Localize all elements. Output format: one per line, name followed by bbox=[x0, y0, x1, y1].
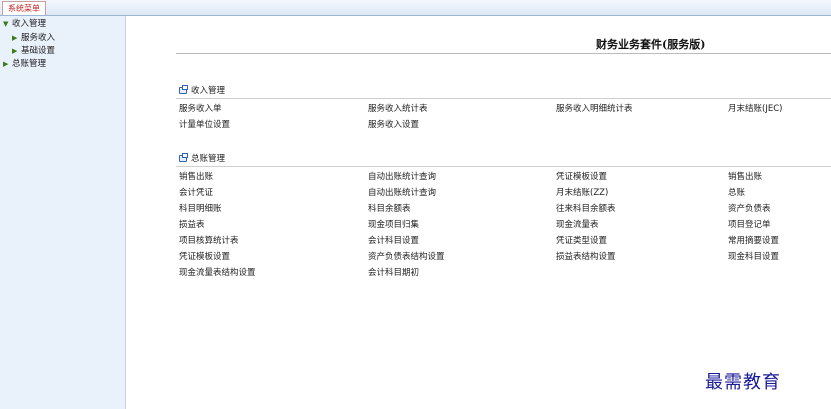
link-income-statement-structure[interactable]: 损益表结构设置 bbox=[556, 252, 616, 263]
link-common-summary-settings[interactable]: 常用摘要设置 bbox=[728, 236, 779, 247]
link-auto-posting-query[interactable]: 自动出账统计查询 bbox=[368, 172, 436, 183]
link-auto-posting-query-2[interactable]: 自动出账统计查询 bbox=[368, 188, 436, 199]
chevron-right-icon: ▶ bbox=[3, 60, 9, 68]
sidebar-item-label: 服务收入 bbox=[21, 33, 56, 43]
main-panel: 财务业务套件(服务版) 收入管理 服务收入单 服务收入统计表 服务收入明细统计表… bbox=[126, 16, 831, 409]
section-divider bbox=[176, 98, 831, 99]
link-general-ledger[interactable]: 总账 bbox=[728, 188, 745, 199]
link-balance-sheet[interactable]: 资产负债表 bbox=[728, 204, 771, 215]
sidebar: ▼ 收入管理 ▶ 服务收入 ▶ 基础设置 ▶ 总账管理 bbox=[0, 16, 126, 409]
link-service-income-stats[interactable]: 服务收入统计表 bbox=[368, 104, 428, 115]
link-service-income-doc[interactable]: 服务收入单 bbox=[179, 104, 222, 115]
link-cash-flow-statement[interactable]: 现金流量表 bbox=[556, 220, 599, 231]
section-divider bbox=[176, 166, 831, 167]
link-voucher-template-settings-2[interactable]: 凭证模板设置 bbox=[179, 252, 230, 263]
section-income-management-header: 收入管理 bbox=[179, 85, 225, 97]
title-divider bbox=[176, 53, 831, 54]
link-cash-flow-structure[interactable]: 现金流量表结构设置 bbox=[179, 268, 256, 279]
link-month-end-close-jec[interactable]: 月末结账(JEC) bbox=[728, 104, 782, 115]
link-account-opening-balance[interactable]: 会计科目期初 bbox=[368, 268, 419, 279]
link-cash-item-collection[interactable]: 现金项目归集 bbox=[368, 220, 419, 231]
sidebar-item-income-management[interactable]: ▼ 收入管理 bbox=[3, 19, 46, 30]
link-cash-account-settings[interactable]: 现金科目设置 bbox=[728, 252, 779, 263]
sidebar-item-basic-settings[interactable]: ▶ 基础设置 bbox=[12, 46, 55, 57]
top-tab-bar: 系统菜单 bbox=[0, 0, 831, 16]
chevron-down-icon: ▼ bbox=[3, 20, 9, 28]
link-balance-sheet-structure[interactable]: 资产负债表结构设置 bbox=[368, 252, 445, 263]
link-service-income-detail-stats[interactable]: 服务收入明细统计表 bbox=[556, 104, 633, 115]
sidebar-item-general-ledger[interactable]: ▶ 总账管理 bbox=[3, 59, 46, 70]
link-sales-posting[interactable]: 销售出账 bbox=[179, 172, 213, 183]
link-project-accounting-stats[interactable]: 项目核算统计表 bbox=[179, 236, 239, 247]
link-account-settings[interactable]: 会计科目设置 bbox=[368, 236, 419, 247]
link-account-detail[interactable]: 科目明细账 bbox=[179, 204, 222, 215]
link-project-register[interactable]: 项目登记单 bbox=[728, 220, 771, 231]
window-icon bbox=[179, 153, 188, 162]
sidebar-item-label: 基础设置 bbox=[21, 46, 56, 56]
link-sales-posting-2[interactable]: 销售出账 bbox=[728, 172, 762, 183]
window-icon bbox=[179, 85, 188, 94]
link-unit-settings[interactable]: 计量单位设置 bbox=[179, 120, 230, 131]
section-title: 收入管理 bbox=[191, 86, 226, 96]
link-accounting-voucher[interactable]: 会计凭证 bbox=[179, 188, 213, 199]
tab-system-menu[interactable]: 系统菜单 bbox=[2, 1, 46, 15]
link-current-account-balance[interactable]: 往来科目余额表 bbox=[556, 204, 616, 215]
watermark-logo: 最需教育 bbox=[705, 372, 781, 393]
sidebar-item-label: 总账管理 bbox=[12, 59, 47, 69]
link-voucher-template-settings[interactable]: 凭证模板设置 bbox=[556, 172, 607, 183]
section-title: 总账管理 bbox=[191, 154, 226, 164]
link-income-statement[interactable]: 损益表 bbox=[179, 220, 205, 231]
link-voucher-type-settings[interactable]: 凭证类型设置 bbox=[556, 236, 607, 247]
chevron-right-icon: ▶ bbox=[12, 47, 18, 55]
page-title: 财务业务套件(服务版) bbox=[596, 38, 706, 51]
link-service-income-settings[interactable]: 服务收入设置 bbox=[368, 120, 419, 131]
link-month-end-close-zz[interactable]: 月末结账(ZZ) bbox=[556, 188, 608, 199]
chevron-right-icon: ▶ bbox=[12, 34, 18, 42]
sidebar-item-service-income[interactable]: ▶ 服务收入 bbox=[12, 33, 55, 44]
link-account-balance[interactable]: 科目余额表 bbox=[368, 204, 411, 215]
sidebar-item-label: 收入管理 bbox=[12, 19, 47, 29]
section-general-ledger-header: 总账管理 bbox=[179, 153, 225, 165]
